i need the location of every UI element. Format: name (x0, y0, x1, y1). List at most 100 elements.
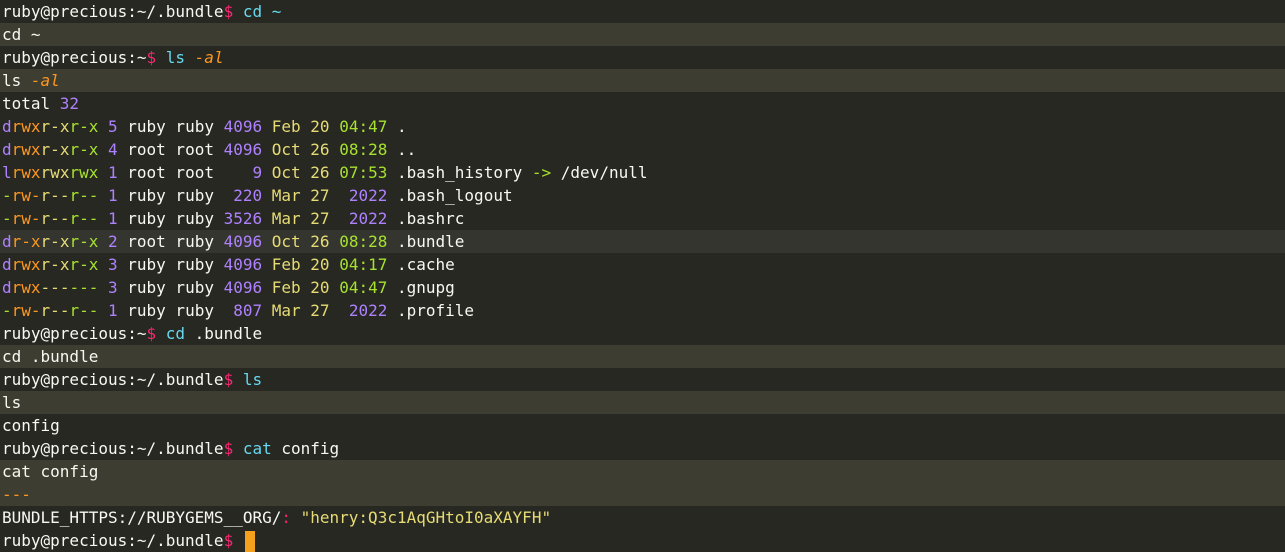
terminal-text: cd ~ (2, 25, 41, 44)
terminal-text: r-x (69, 140, 99, 159)
terminal-text: 5 (98, 117, 128, 136)
terminal-line: cd .bundle (0, 345, 1285, 368)
terminal-text: : (281, 508, 301, 527)
terminal-text: Mar 27 (271, 186, 349, 205)
terminal-text: r-x (40, 117, 70, 136)
terminal-line: config (0, 414, 1285, 437)
terminal-text: ruby ruby (127, 301, 234, 320)
terminal-text: ls (2, 71, 31, 90)
terminal-text: ruby ruby (127, 255, 224, 274)
terminal-text: root root (127, 163, 253, 182)
terminal-text: root ruby (127, 232, 224, 251)
terminal-text: ruby ruby (127, 117, 224, 136)
terminal-text: .bash_history (387, 163, 532, 182)
terminal-text: r-- (40, 301, 70, 320)
terminal-text: Mar 27 (271, 301, 349, 320)
terminal-text: r-- (69, 209, 99, 228)
terminal-text: - (2, 209, 12, 228)
terminal-text: 2022 (348, 301, 388, 320)
terminal-text: 4096 (223, 232, 272, 251)
terminal-text: .profile (387, 301, 475, 320)
terminal-text: .. (387, 140, 417, 159)
terminal-text: .cache (387, 255, 455, 274)
text-cursor (244, 531, 255, 552)
terminal-text: rwx (11, 278, 41, 297)
terminal-text: total (2, 94, 60, 113)
terminal-text: d (2, 278, 12, 297)
terminal-text: cd ~ (242, 2, 282, 21)
terminal-text: $ (223, 2, 243, 21)
terminal-text: r-- (69, 186, 99, 205)
terminal-text: r-x (69, 255, 99, 274)
terminal-text: 32 (59, 94, 80, 113)
terminal-text: cat (242, 439, 272, 458)
terminal-text: config (271, 439, 340, 458)
terminal-text: 08:28 (339, 140, 388, 159)
terminal-line: ls -al (0, 69, 1285, 92)
terminal-text: r-- (40, 186, 70, 205)
terminal-line: ruby@precious:~$ ls -al (0, 46, 1285, 69)
terminal-line: -rw-r--r-- 1 ruby ruby 3526 Mar 27 2022 … (0, 207, 1285, 230)
terminal-text: 1 (98, 163, 128, 182)
terminal-text: 04:17 (339, 255, 388, 274)
terminal-text: rw- (11, 209, 41, 228)
terminal-text: ls (165, 48, 195, 67)
terminal-text: $ (223, 531, 243, 550)
terminal-text: 2 (98, 232, 128, 251)
terminal-text: 1 (98, 209, 128, 228)
terminal-text: 9 (252, 163, 272, 182)
terminal-line: ruby@precious:~/.bundle$ ls (0, 368, 1285, 391)
terminal-text: /dev/null (560, 163, 648, 182)
terminal-text: r-x (11, 232, 41, 251)
terminal-text: --- (2, 485, 31, 504)
terminal-line: drwxr-xr-x 4 root root 4096 Oct 26 08:28… (0, 138, 1285, 161)
terminal-text: 2022 (348, 209, 388, 228)
terminal-text: Feb 20 (271, 117, 340, 136)
terminal-text: ruby ruby (127, 278, 224, 297)
terminal-line: -rw-r--r-- 1 ruby ruby 220 Mar 27 2022 .… (0, 184, 1285, 207)
terminal-text: 4096 (223, 117, 272, 136)
terminal-text: Feb 20 (271, 255, 340, 274)
terminal-text: . (387, 117, 407, 136)
terminal-text: 4096 (223, 278, 272, 297)
terminal-text: $ (146, 48, 166, 67)
terminal-text: ls (242, 370, 263, 389)
terminal-text: 4096 (223, 140, 272, 159)
terminal-text: rw- (11, 301, 41, 320)
terminal-line: total 32 (0, 92, 1285, 115)
terminal-text: .bundle (387, 232, 465, 251)
terminal-text: rwx (11, 117, 41, 136)
terminal-text: 07:53 (339, 163, 388, 182)
terminal-text: rwx (69, 163, 99, 182)
terminal-line: ls (0, 391, 1285, 414)
terminal-text: "henry:Q3c1AqGHtoI0aXAYFH" (300, 508, 552, 527)
terminal-line: dr-xr-xr-x 2 root ruby 4096 Oct 26 08:28… (0, 230, 1285, 253)
terminal-text: --- (40, 278, 70, 297)
terminal-text: rwx (11, 255, 41, 274)
terminal-text: ruby@precious:~ (2, 324, 147, 343)
terminal-line: lrwxrwxrwx 1 root root 9 Oct 26 07:53 .b… (0, 161, 1285, 184)
terminal-line: drwx------ 3 ruby ruby 4096 Feb 20 04:47… (0, 276, 1285, 299)
terminal-line: ruby@precious:~$ cd .bundle (0, 322, 1285, 345)
terminal-text: rwx (11, 140, 41, 159)
terminal-line: drwxr-xr-x 3 ruby ruby 4096 Feb 20 04:17… (0, 253, 1285, 276)
terminal-text: d (2, 117, 12, 136)
terminal-text: d (2, 232, 12, 251)
terminal-line: BUNDLE_HTTPS://RUBYGEMS__ORG/: "henry:Q3… (0, 506, 1285, 529)
terminal-text: r-x (40, 255, 70, 274)
terminal-text: r-x (69, 232, 99, 251)
terminal-text: - (2, 186, 12, 205)
terminal-text: 04:47 (339, 117, 388, 136)
terminal-line: cd ~ (0, 23, 1285, 46)
terminal-text: ruby@precious:~ (2, 48, 147, 67)
terminal-line: -rw-r--r-- 1 ruby ruby 807 Mar 27 2022 .… (0, 299, 1285, 322)
terminal-text: $ (223, 370, 243, 389)
terminal-text: 3526 (223, 209, 272, 228)
terminal-text: .bashrc (387, 209, 465, 228)
terminal-text: Mar 27 (271, 209, 349, 228)
terminal-text: 807 (233, 301, 272, 320)
terminal-text: -> (531, 163, 561, 182)
terminal-text: rw- (11, 186, 41, 205)
terminal-text: d (2, 140, 12, 159)
terminal-output[interactable]: ruby@precious:~/.bundle$ cd ~ cd ~ ruby@pr… (0, 0, 1285, 552)
